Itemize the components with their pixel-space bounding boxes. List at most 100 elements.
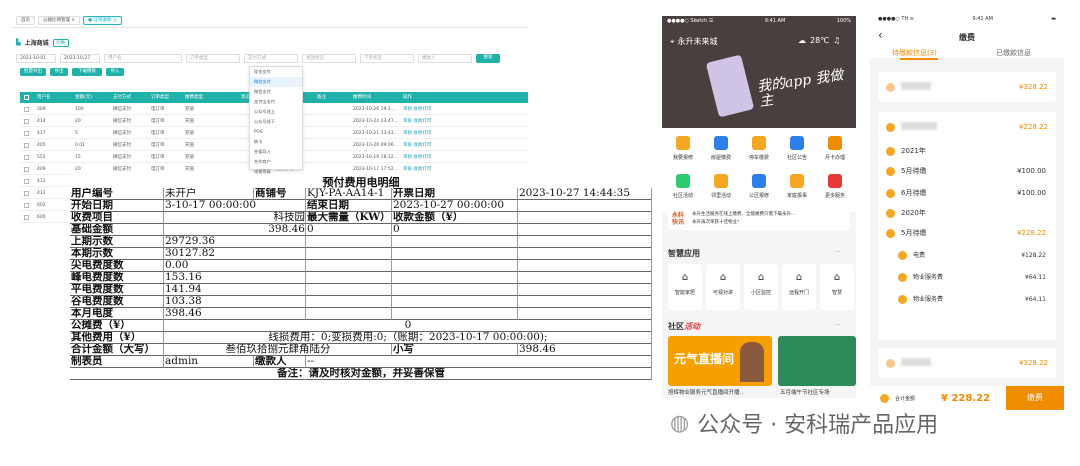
service-item[interactable]: 房屋缴费 [704,136,738,161]
news-bar[interactable]: 永科 快讯 永升生活服务在线上缴费、全能缴费只需下载永升... 永升再次荣获十佳… [668,208,850,230]
table-cell [313,164,349,174]
dropdown-option[interactable]: 公众号线下 [250,117,302,127]
tab-home[interactable]: 首页 [16,16,35,25]
download-template-button[interactable]: 下载模板 [72,68,102,76]
smart-app[interactable]: ⌂ 可视对讲 [706,264,740,310]
dropdown-option[interactable]: 充值导入 [250,147,302,157]
dropdown-option[interactable]: 微信支付 [250,87,302,97]
activity-card-1[interactable]: 元气直播间 [668,336,772,386]
select-all-checkbox[interactable] [24,95,29,100]
row-checkbox[interactable] [24,203,29,208]
tab-pending[interactable]: 待缴款信息(3) [892,48,937,58]
service-item[interactable]: 邻里活动 [704,174,738,199]
tab-orders[interactable]: ● 订单收款 × [83,16,122,25]
select-all-icon[interactable] [880,393,889,403]
radio-may-2020-icon[interactable] [886,228,895,238]
location-name[interactable]: 永升未来城 [678,36,718,47]
dropdown-option[interactable]: 现金支付 [250,67,302,77]
label-shared-fee: 公摊费（¥） [70,320,164,332]
tab-paid[interactable]: 已缴款信息 [996,48,1031,58]
issue-status-select[interactable]: 发放状态 [302,54,356,63]
row-checkbox[interactable] [24,155,29,160]
service-item[interactable]: 更多服务 [818,174,852,199]
empty-cell [392,236,518,248]
smart-app[interactable]: ⌂ 远程开门 [782,264,816,310]
more-icon[interactable]: ··· [834,248,841,256]
row-checkbox[interactable] [24,215,29,220]
service-item[interactable]: 停车缴费 [742,136,776,161]
batch-export-button[interactable]: 批量导出 [20,68,46,76]
row-actions[interactable]: 审核 收款打印 [399,140,439,150]
row-actions[interactable]: 审核 收款打印 [399,116,439,126]
start-date-input[interactable]: 2023-10-01 [16,54,56,63]
service-item[interactable]: 月卡办理 [818,136,852,161]
import-button[interactable]: 导入 [106,68,124,76]
row-actions[interactable]: 审核 收款打印 [399,164,439,174]
payment-method-select[interactable]: 支付方式 [244,54,298,63]
table-cell: 20 [75,119,81,124]
order-type-select[interactable]: 订单类型 [186,54,240,63]
dropdown-option[interactable]: 微信支付 [250,77,302,87]
row-actions[interactable]: 审核 收款打印 [399,152,439,162]
sub-fee-amount: ¥64.11 [1025,295,1046,303]
sub-fee-checkbox[interactable] [898,295,907,304]
smart-app[interactable]: ⌂ 智慧 [820,264,854,310]
radio-may-icon[interactable] [886,166,895,176]
table-cell: 2023-10-19 18:12... [353,155,398,160]
radio-2021-icon[interactable] [886,146,895,156]
dropdown-option[interactable]: POS [250,127,302,137]
table-cell: 2023-10-21 13:43... [353,131,398,136]
row-checkbox[interactable] [24,143,29,148]
empty-cell [306,272,392,284]
payer-select[interactable]: 缴款人 [418,54,472,63]
end-date-input[interactable]: 2023-10-27 [60,54,100,63]
reading-label: 平电费度数 [70,284,164,296]
service-item[interactable]: 家庭报事 [780,174,814,199]
service-item[interactable]: 社区公告 [780,136,814,161]
table-cell: 电订单 [151,119,165,124]
row-checkbox[interactable] [24,167,29,172]
shop-no: KJY-PA-AA14-1 [306,188,392,200]
radio-2020-icon[interactable] [886,208,895,218]
column-header: 支付方式 [113,95,131,100]
sub-fee-checkbox[interactable] [898,273,907,282]
activity-card-2[interactable] [778,336,856,386]
dropdown-option[interactable]: 刷卡 [250,137,302,147]
bell-icon[interactable]: ♫ [833,36,840,45]
smart-app[interactable]: ⌂ 小区监控 [744,264,778,310]
smart-app-icon: ⌂ [757,272,765,283]
dropdown-option[interactable]: 合作商户 [250,157,302,167]
service-item[interactable]: 公区报修 [742,174,776,199]
amount: 0 [392,224,518,236]
bill-item-1[interactable]: ¥328.22 [878,72,1056,102]
row-checkbox[interactable] [24,107,29,112]
order-status-select[interactable]: 下单状态 [360,54,414,63]
sub-fee-row[interactable]: 物业服务费 ¥64.11 [878,266,1056,288]
dropdown-option[interactable]: 公众号线上 [250,107,302,117]
row-checkbox[interactable] [24,131,29,136]
search-button[interactable]: 搜索 [476,54,500,63]
radio-june-icon[interactable] [886,188,895,198]
column-header [215,92,237,103]
row-checkbox[interactable] [24,179,29,184]
radio-icon-3[interactable] [886,359,895,369]
sub-fee-row[interactable]: 物业服务费 ¥64.11 [878,288,1056,310]
radio-checked-icon[interactable] [886,123,895,133]
service-item[interactable]: 我要报修 [666,136,700,161]
row-checkbox[interactable] [24,191,29,196]
sub-fee-row[interactable]: 电费 ¥128.22 [878,244,1056,266]
row-actions[interactable]: 审核 收款打印 [399,104,439,114]
username-input[interactable]: 用户名 [104,54,182,63]
bill-item-3[interactable]: ¥328.22 [878,348,1056,378]
radio-icon[interactable] [886,83,895,93]
row-actions[interactable]: 审核 收款打印 [399,128,439,138]
tab-ratio[interactable]: 公摊比例管理 × [38,16,81,25]
row-checkbox[interactable] [24,119,29,124]
dropdown-option[interactable]: 支付宝支付 [250,97,302,107]
service-item[interactable]: 社区活动 [666,174,700,199]
more-activity-icon[interactable]: ··· [834,321,841,329]
switch-button[interactable]: 切换 [52,38,69,47]
export-button[interactable]: 导出 [50,68,68,76]
sub-fee-checkbox[interactable] [898,251,907,260]
smart-app[interactable]: ⌂ 智能家居 [668,264,702,310]
